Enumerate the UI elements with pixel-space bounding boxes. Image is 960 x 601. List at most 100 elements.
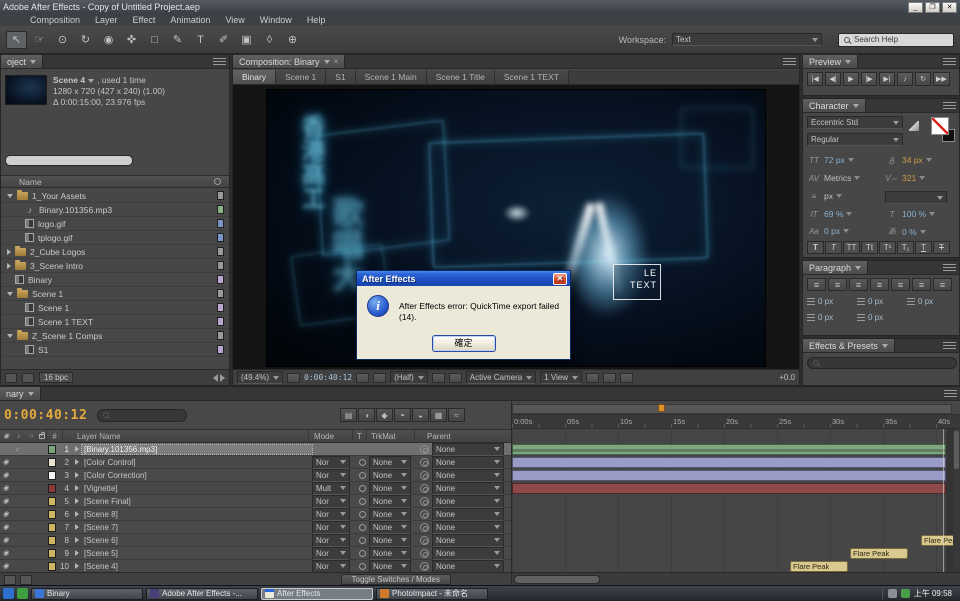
layer-row[interactable]: ◉ 5 [Scene Final] Nor None None [0,495,511,508]
pickwhip-icon[interactable] [420,536,429,545]
blend-mode-dropdown[interactable]: Nor [312,560,350,573]
panel-menu-icon[interactable] [943,58,956,66]
layer-name-column-header[interactable]: Layer Name [62,430,308,442]
pan-behind-tool-icon[interactable]: ✜ [121,31,142,49]
t-column-header[interactable]: T [352,430,366,442]
trkmat-switch-icon[interactable] [359,472,366,479]
parent-dropdown[interactable]: None [432,469,504,482]
brush-tool-icon[interactable]: ✐ [213,31,234,49]
bit-depth-button[interactable]: 16 bpc [39,372,73,383]
layer-color-chip[interactable] [48,562,56,571]
next-frame-button[interactable]: |▶ [861,72,877,86]
trkmat-switch-icon[interactable] [359,511,366,518]
layer-color-chip[interactable] [48,510,56,519]
comp-marker[interactable] [658,404,665,412]
layer-color-chip[interactable] [48,549,56,558]
project-item-folder[interactable]: Scene 1 [1,287,229,301]
expand-columns-icon[interactable] [4,575,16,585]
taskbar-item-after-effects[interactable]: Adobe After Effects -... [146,588,258,600]
selection-tool-icon[interactable]: ↖ [6,31,27,49]
trkmat-dropdown[interactable]: None [369,547,411,560]
video-toggle[interactable]: ◉ [1,458,11,466]
video-toggle[interactable]: ◉ [1,549,11,557]
panel-menu-icon[interactable] [943,342,956,350]
menu-view[interactable]: View [225,15,244,25]
pickwhip-icon[interactable] [420,562,429,571]
label-chip[interactable] [217,303,224,312]
pickwhip-icon[interactable] [420,458,429,467]
trkmat-dropdown[interactable]: None [369,508,411,521]
mask-shape-tool-icon[interactable]: □ [144,31,165,49]
character-panel-tab[interactable]: Character [803,99,866,112]
tray-icon[interactable] [901,589,910,598]
menu-window[interactable]: Window [260,15,292,25]
snapshot-icon[interactable] [356,373,369,383]
project-item-folder[interactable]: 1_Your Assets [1,189,229,203]
expand-arrow-icon[interactable] [72,563,82,569]
indent-left-value[interactable]: 0 px [818,297,833,306]
transparency-grid-icon[interactable] [449,373,462,383]
live-update-icon[interactable]: ▤ [340,408,357,422]
trkmat-switch-icon[interactable] [359,459,366,466]
scroll-left-icon[interactable] [213,374,218,382]
menu-animation[interactable]: Animation [170,15,210,25]
label-chip[interactable] [217,205,224,214]
workspace-dropdown[interactable]: Text [672,33,822,46]
eraser-tool-icon[interactable]: ◊ [259,31,280,49]
parent-dropdown[interactable]: None [432,482,504,495]
project-item-comp[interactable]: S1 [1,343,229,357]
first-frame-button[interactable]: |◀ [807,72,823,86]
scrollbar-thumb[interactable] [514,575,600,584]
label-chip[interactable] [217,261,224,270]
justify-last-center-button[interactable]: ≡ [891,278,910,291]
panel-menu-icon[interactable] [213,58,226,66]
leading-value[interactable]: 34 px [902,155,932,165]
ram-preview-button[interactable]: ▶▶ [933,72,950,86]
project-item-footage[interactable]: tplogo.gif [1,231,229,245]
number-column-header[interactable]: # [46,430,62,442]
layer-bar[interactable] [512,457,946,468]
active-camera-dropdown[interactable]: Active Camera [466,371,536,384]
label-chip[interactable] [217,219,224,228]
ok-button[interactable]: 確定 [432,335,496,352]
layer-color-chip[interactable] [48,458,56,467]
timeline-options-icon[interactable] [20,575,32,585]
project-panel-tab[interactable]: oject [1,55,43,68]
layer-row[interactable]: ◉ 6 [Scene 8] Nor None None [0,508,511,521]
minimize-button[interactable]: _ [908,2,923,13]
current-time-indicator[interactable] [943,429,944,572]
expand-arrow-icon[interactable] [7,292,13,296]
parent-dropdown[interactable]: None [432,560,504,573]
fill-color-swatch[interactable] [931,117,949,135]
parent-dropdown[interactable]: None [432,547,504,560]
frame-blend-icon[interactable]: ◓ [394,408,411,422]
comp-timecode[interactable]: 0:00:40:12 [304,373,352,382]
scroll-right-icon[interactable] [220,374,225,382]
video-toggle[interactable]: ◉ [1,484,11,492]
project-item-comp[interactable]: Scene 1 TEXT [1,315,229,329]
tsume-value[interactable]: 0 % [902,227,926,237]
project-item-footage[interactable]: logo.gif [1,217,229,231]
work-area-bar[interactable] [512,401,960,415]
tray-icon[interactable] [888,589,897,598]
help-search-input[interactable]: Search Help [838,33,954,47]
first-line-indent-value[interactable]: 0 px [868,297,883,306]
rotation-tool-icon[interactable]: ↻ [75,31,96,49]
expand-arrow-icon[interactable] [72,446,82,452]
effects-search-input[interactable] [807,357,957,369]
brainstorm-icon[interactable]: ▦ [430,408,447,422]
pickwhip-icon[interactable] [420,484,429,493]
layer-color-chip[interactable] [48,536,56,545]
parent-dropdown[interactable]: None [432,521,504,534]
strikethrough-button[interactable]: T [933,241,950,254]
footage-thumbnail[interactable] [5,75,47,105]
blend-mode-dropdown[interactable]: Nor [312,495,350,508]
layer-color-chip[interactable] [48,445,56,454]
resolution-dropdown[interactable]: (Half) [390,371,428,384]
puppet-tool-icon[interactable]: ⊕ [282,31,303,49]
comp-tab-scene-1-title[interactable]: Scene 1 Title [427,70,495,84]
flowchart-icon[interactable] [620,373,633,383]
pickwhip-icon[interactable] [420,549,429,558]
layer-color-chip[interactable] [48,523,56,532]
align-right-button[interactable]: ≡ [849,278,868,291]
